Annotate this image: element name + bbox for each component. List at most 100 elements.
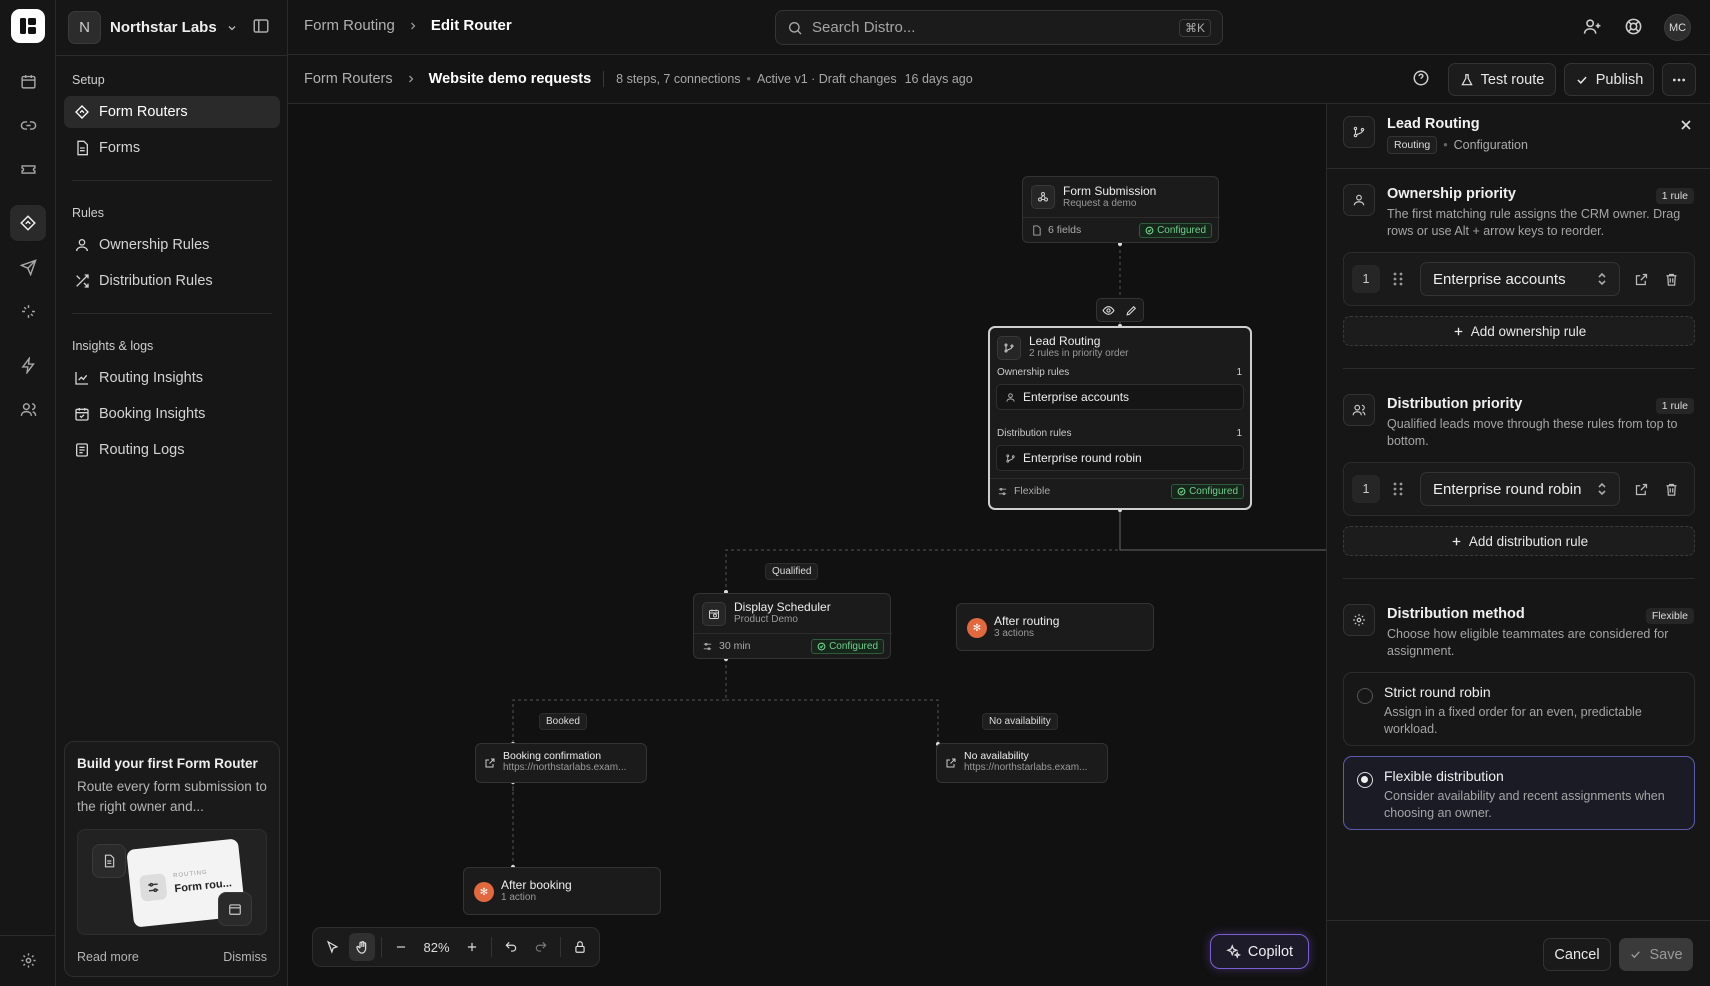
read-more-link[interactable]: Read more [77, 950, 139, 964]
sliders-icon [703, 642, 712, 650]
search-shortcut: ⌘K [1178, 18, 1211, 37]
booking-confirmation-node[interactable]: Booking confirmation https://northstarla… [475, 743, 647, 783]
section-heading-rules: Rules [72, 206, 104, 220]
help-icon[interactable] [1412, 69, 1430, 87]
ownership-rules-label: Ownership rules [997, 367, 1070, 378]
calendar-icon[interactable] [10, 63, 46, 99]
node-title: Display Scheduler [734, 600, 831, 614]
node-title: After booking [501, 878, 572, 892]
users-icon[interactable] [10, 391, 46, 427]
check-icon [1631, 951, 1641, 959]
eye-icon[interactable] [1102, 304, 1115, 317]
dismiss-link[interactable]: Dismiss [223, 950, 267, 964]
flexible-distribution-option[interactable]: Flexible distribution Consider availabil… [1343, 756, 1695, 830]
pencil-icon[interactable] [1125, 304, 1138, 317]
promo-card: Build your first Form Router Route every… [64, 741, 280, 977]
drag-handle-icon[interactable] [1392, 272, 1404, 286]
settings-icon[interactable] [10, 942, 46, 978]
search-input[interactable]: Search Distro... ⌘K [775, 10, 1223, 45]
sidebar-item-booking-insights[interactable]: Booking Insights [64, 398, 280, 430]
node-config-panel: Lead Routing Routing • Configuration Own… [1326, 104, 1710, 986]
trash-icon[interactable] [1664, 272, 1679, 287]
external-link-icon [485, 758, 495, 768]
copilot-button[interactable]: Copilot [1210, 934, 1309, 969]
more-menu-button[interactable] [1662, 63, 1696, 96]
pointer-tool-icon[interactable] [319, 933, 345, 961]
router-breadcrumb-parent[interactable]: Form Routers [304, 71, 393, 87]
option-description: Consider availability and recent assignm… [1384, 789, 1665, 820]
send-icon[interactable] [10, 249, 46, 285]
workspace-name: Northstar Labs [110, 19, 217, 36]
ticket-icon[interactable] [10, 151, 46, 187]
close-icon[interactable] [1678, 117, 1694, 133]
distribution-rule-name: Enterprise round robin [1023, 451, 1142, 465]
redo-icon[interactable] [528, 933, 554, 961]
lock-icon[interactable] [567, 933, 593, 961]
radio-unselected[interactable] [1357, 688, 1373, 704]
panel-title: Lead Routing [1387, 116, 1480, 132]
distribution-rule-chip[interactable]: Enterprise round robin [996, 445, 1244, 471]
lightning-icon[interactable] [10, 347, 46, 383]
flow-canvas[interactable]: Form Submission Request a demo 6 fields … [288, 104, 1326, 986]
sidebar-item-label: Booking Insights [99, 406, 206, 422]
radio-selected[interactable] [1357, 772, 1373, 788]
routing-icon[interactable] [10, 205, 46, 241]
sparkle-icon[interactable] [10, 293, 46, 329]
breadcrumb-current: Edit Router [430, 17, 512, 34]
test-route-button[interactable]: Test route [1448, 63, 1556, 96]
add-ownership-rule-button[interactable]: Add ownership rule [1343, 316, 1695, 346]
add-user-icon[interactable] [1583, 17, 1602, 36]
strict-round-robin-option[interactable]: Strict round robin Assign in a fixed ord… [1343, 672, 1695, 746]
ownership-rule-row[interactable]: 1 Enterprise accounts [1343, 252, 1695, 306]
sidebar-item-routing-logs[interactable]: Routing Logs [64, 434, 280, 466]
distribution-rule-value: Enterprise round robin [1433, 480, 1582, 498]
routing-icon [75, 105, 89, 119]
distribution-rule-row[interactable]: 1 Enterprise round robin [1343, 462, 1695, 516]
display-scheduler-node[interactable]: Display Scheduler Product Demo 30 min Co… [693, 593, 892, 659]
drag-handle-icon[interactable] [1392, 482, 1404, 496]
after-booking-node[interactable]: ✻ After booking 1 action [463, 867, 661, 915]
ownership-description: The first matching rule assigns the CRM … [1387, 207, 1681, 238]
branch-icon [1343, 116, 1375, 148]
user-avatar[interactable]: MC [1664, 14, 1691, 41]
sidebar-item-ownership-rules[interactable]: Ownership Rules [64, 229, 280, 261]
hand-tool-icon[interactable] [349, 933, 376, 961]
sidebar-item-form-routers[interactable]: Form Routers [64, 96, 280, 128]
cancel-button[interactable]: Cancel [1543, 938, 1611, 971]
sidebar-item-distribution-rules[interactable]: Distribution Rules [64, 265, 280, 297]
publish-button[interactable]: Publish [1564, 63, 1654, 96]
lead-routing-node[interactable]: Lead Routing 2 rules in priority order O… [988, 326, 1252, 510]
distribution-rule-select[interactable]: Enterprise round robin [1420, 472, 1620, 506]
external-link-icon[interactable] [1634, 482, 1649, 497]
document-icon [92, 844, 126, 878]
zoom-out-icon[interactable] [388, 933, 414, 961]
app-logo[interactable] [11, 9, 45, 43]
zoom-in-icon[interactable] [459, 933, 485, 961]
breadcrumb-parent[interactable]: Form Routing [304, 17, 395, 34]
trash-icon[interactable] [1664, 482, 1679, 497]
sidebar-item-routing-insights[interactable]: Routing Insights [64, 362, 280, 394]
sidebar-toggle-icon[interactable] [252, 17, 270, 35]
calendar-icon [218, 892, 252, 926]
help-circle-icon[interactable] [1624, 17, 1643, 36]
undo-icon[interactable] [498, 933, 524, 961]
shuffle-icon [76, 274, 89, 288]
workspace-switcher[interactable]: N Northstar Labs [68, 11, 238, 44]
form-submission-node[interactable]: Form Submission Request a demo 6 fields … [1022, 176, 1220, 243]
link-icon[interactable] [10, 107, 46, 143]
add-distribution-rule-button[interactable]: Add distribution rule [1343, 526, 1695, 556]
ownership-rule-select[interactable]: Enterprise accounts [1420, 262, 1620, 296]
hubspot-icon: ✻ [474, 882, 494, 902]
check-circle-icon [1145, 226, 1154, 235]
sidebar-item-forms[interactable]: Forms [64, 132, 280, 164]
no-availability-node[interactable]: No availability https://northstarlabs.ex… [936, 743, 1108, 783]
save-button[interactable]: Save [1619, 938, 1693, 971]
after-routing-node[interactable]: ✻ After routing 3 actions [956, 603, 1154, 651]
router-breadcrumb: Form Routers Website demo requests 8 ste… [304, 71, 973, 87]
chevron-down-icon [228, 25, 236, 30]
ownership-rule-chip[interactable]: Enterprise accounts [996, 384, 1244, 410]
edge-label-qualified: Qualified [765, 563, 819, 580]
node-title: After routing [994, 614, 1060, 628]
external-link-icon[interactable] [1634, 272, 1649, 287]
chart-icon [75, 372, 88, 385]
